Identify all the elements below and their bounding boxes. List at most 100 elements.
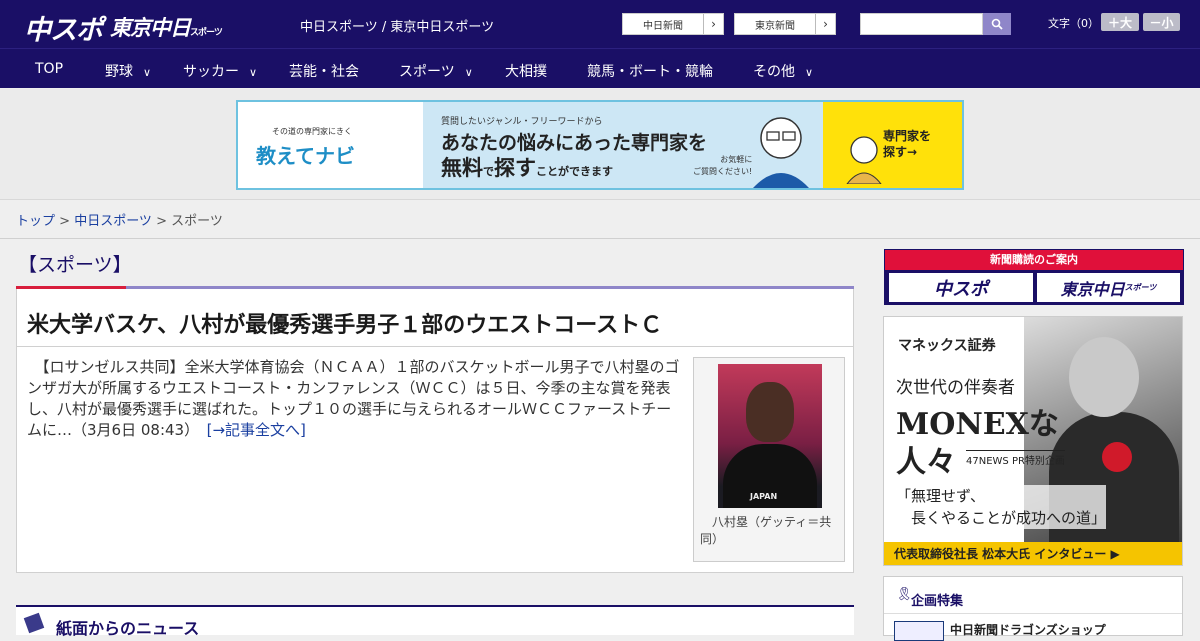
banner-left: その道の専門家にきく 教えてナビ [238,102,423,188]
font-size-increase-button[interactable]: ＋大 [1101,13,1139,31]
nav-item-entertainment[interactable]: 芸能・社会 [289,61,359,81]
ad-headline-1: 次世代の伴奏者 [896,378,1015,398]
nav-item-top[interactable]: TOP [35,61,63,77]
ad-headline-3: 人々 [896,445,956,480]
search-button[interactable] [983,13,1011,35]
tokyo-shimbun-label: 東京新聞 [755,20,795,32]
breadcrumb-current: スポーツ [171,214,223,229]
nav-label: 競馬・ボート・競輪 [587,64,713,80]
newspaper-icon [23,612,45,634]
chunichi-shimbun-label: 中日新聞 [643,20,683,32]
jersey-text: JAPAN [750,492,778,501]
cta-line-1: 専門家を [883,129,932,143]
ad-quote-1: 「無理せず、 [896,487,985,505]
ad-quote: 「無理せず、 長くやることが成功への道」 [896,485,1107,529]
divider [0,238,1200,239]
chevron-down-icon: ∨ [249,66,258,79]
oshiete-navi-banner[interactable]: その道の専門家にきく 教えてナビ 質問したいジャンル・フリーワードから あなたの… [236,100,964,190]
nav-label: 大相撲 [505,64,547,80]
feature-thumbnail[interactable] [894,621,944,641]
nav-item-baseball[interactable]: 野球 ∨ [105,61,151,81]
advisor-illustration-icon [753,117,809,188]
tokyo-chunichi-logo[interactable]: 東京中日スポーツ [110,12,223,42]
feature-box: 🎗 企画特集 中日新聞ドラゴンズショップ [883,576,1183,641]
chunichi-shimbun-button[interactable]: 中日新聞 › [622,13,724,35]
feature-title: 企画特集 [911,594,964,609]
nav-item-other[interactable]: その他 ∨ [753,61,813,81]
sub-tokyo-text: 東京中日 [1060,279,1125,299]
banner-de: で [483,165,494,178]
nav-label: スポーツ [399,64,455,80]
photo-caption: 八村塁（ゲッティ＝共同） [700,515,832,546]
search-input[interactable] [860,13,983,35]
cta-line-2: 探す→ [883,145,918,159]
banner-text-1: 質問したいジャンル・フリーワードから [441,117,603,127]
category-title: 【スポーツ】 [18,254,132,276]
article-text: 【ロサンゼルス共同】全米大学体育協会（ＮＣＡＡ）１部のバスケットボール男子で八村… [27,358,680,439]
banner-can: ことができます [536,165,613,178]
tokyo-shimbun-button[interactable]: 東京新聞 › [734,13,836,35]
breadcrumb-chunichi-link[interactable]: 中日スポーツ [74,214,152,229]
article-divider [17,346,853,347]
chevron-down-icon: ∨ [143,66,152,79]
chevron-down-icon: ∨ [805,66,814,79]
paper-news-title: 紙面からのニュース [56,619,200,638]
subscription-box: 新聞購読のご案内 中スポ 東京中日 スポーツ [884,249,1184,305]
nav-label: TOP [35,61,64,77]
breadcrumb-top-link[interactable]: トップ [16,214,55,229]
article-card: 米大学バスケ、八村が最優秀選手男子１部のウエストコーストＣ 【ロサンゼルス共同】… [16,289,854,573]
article-photo[interactable]: JAPAN [718,364,822,508]
nav-label: 芸能・社会 [289,64,359,80]
chevron-down-icon: ∨ [464,66,473,79]
banner-cta-text: 専門家を探す→ [883,128,931,160]
article-title[interactable]: 米大学バスケ、八村が最優秀選手男子１部のウエストコーストＣ [27,307,662,339]
chevron-right-icon: › [703,14,723,34]
sub-tokyo-small: スポーツ [1124,283,1157,292]
font-size-label: 文字（0） [1048,17,1099,30]
tokyo-logo-small: スポーツ [190,28,223,38]
chuspo-logo[interactable]: 中スポ [24,8,103,47]
banner-middle: 質問したいジャンル・フリーワードから あなたの悩みにあった専門家を 無料で探すこ… [423,102,823,188]
monex-ad[interactable]: マネックス証券 次世代の伴奏者 MONEXな 人々 47NEWS PR特別企画 … [883,316,1183,566]
ad-pr-label: 47NEWS PR特別企画 [966,450,1065,467]
nav-label: 野球 [105,64,133,80]
ad-flower [1102,442,1132,472]
chevron-right-icon: › [815,14,835,34]
font-size-decrease-button[interactable]: －小 [1143,13,1180,31]
subscribe-chuspo-link[interactable]: 中スポ [889,273,1033,302]
feature-divider [884,613,1182,614]
article-body: 【ロサンゼルス共同】全米大学体育協会（ＮＣＡＡ）１部のバスケットボール男子で八村… [27,357,682,441]
nav-item-sumo[interactable]: 大相撲 [505,61,547,81]
ad-quote-2: 長くやることが成功への道」 [911,509,1107,527]
banner-text-2: あなたの悩みにあった専門家を [441,132,708,154]
nav-item-racing[interactable]: 競馬・ボート・競輪 [587,61,713,81]
ad-footer: 代表取締役社長 松本大氏 インタビュー ▶ [884,542,1182,565]
banner-logo: 教えてナビ [256,144,355,168]
search-icon [991,18,1003,30]
banner-search: 探す [494,156,536,180]
nav-label: サッカー [183,64,239,80]
player-head [746,382,794,442]
banner-text-3: 無料で探すことができます [441,152,613,182]
breadcrumb-separator: > [55,214,75,229]
thinking-person-icon [846,136,882,184]
nav-item-soccer[interactable]: サッカー ∨ [183,61,257,81]
site-links[interactable]: 中日スポーツ / 東京中日スポーツ [300,16,494,35]
ad-person-head [1069,337,1139,417]
subscribe-tokyo-link[interactable]: 東京中日 スポーツ [1037,273,1180,302]
banner-tagline: その道の専門家にきく [272,127,352,136]
read-more-link[interactable]: [→記事全文へ] [207,421,306,439]
banner-area: その道の専門家にきく 教えてナビ 質問したいジャンル・フリーワードから あなたの… [0,89,1200,200]
article-photo-box: JAPAN 八村塁（ゲッティ＝共同） [693,357,845,562]
banner-free: 無料 [441,156,483,180]
breadcrumb: トップ > 中日スポーツ > スポーツ [16,210,223,229]
subscription-bar: 新聞購読のご案内 [885,250,1183,270]
ad-brand: マネックス証券 [898,338,996,354]
breadcrumb-separator: > [151,214,172,229]
paper-news-section: 紙面からのニュース [16,605,854,638]
banner-cta-panel[interactable]: 専門家を探す→ [823,102,962,188]
nav-label: その他 [753,64,795,80]
tokyo-logo-text: 東京中日 [110,16,191,40]
site-header: 中スポ 東京中日スポーツ 中日スポーツ / 東京中日スポーツ 中日新聞 › 東京… [0,0,1200,48]
nav-item-sports[interactable]: スポーツ ∨ [399,61,473,81]
